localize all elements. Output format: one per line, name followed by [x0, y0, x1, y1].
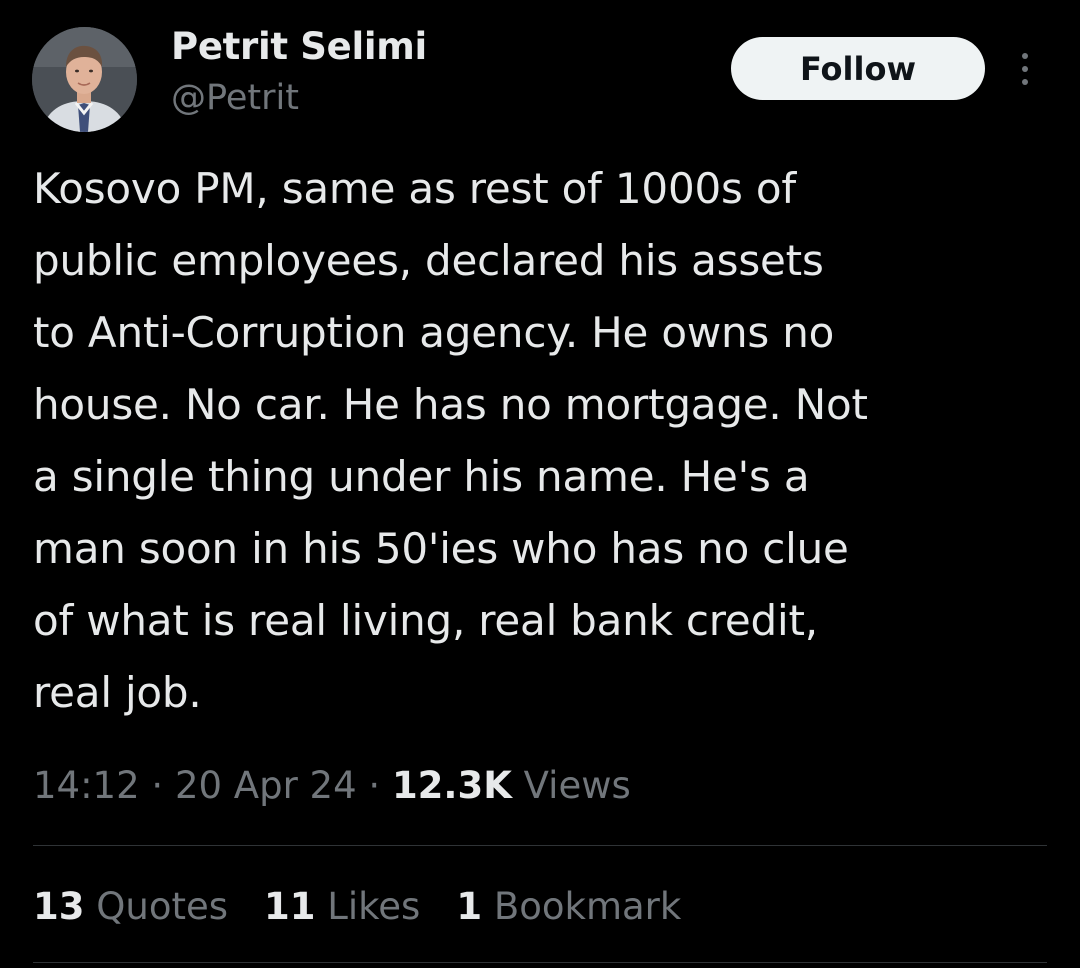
tweet-text-line: of what is real living, real bank credit… — [33, 596, 818, 645]
bookmarks-stat[interactable]: 1 Bookmark — [456, 880, 681, 934]
tweet-text-line: a single thing under his name. He's a — [33, 452, 810, 501]
divider — [33, 845, 1047, 846]
tweet-text-line: public employees, declared his assets — [33, 236, 824, 285]
likes-count: 11 — [264, 885, 316, 928]
tweet-meta: 14:12 · 20 Apr 24 · 12.3K Views — [33, 759, 631, 813]
author-handle[interactable]: @Petrit — [171, 74, 427, 122]
tweet-text: Kosovo PM, same as rest of 1000s of publ… — [33, 153, 1053, 729]
tweet-text-line: real job. — [33, 668, 202, 717]
engagement-stats: 13 Quotes 11 Likes 1 Bookmark — [33, 880, 717, 934]
divider — [33, 962, 1047, 963]
views-label: Views — [511, 764, 631, 807]
tweet-text-line: house. No car. He has no mortgage. Not — [33, 380, 868, 429]
avatar[interactable] — [32, 27, 137, 132]
quotes-stat[interactable]: 13 Quotes — [33, 880, 228, 934]
more-options-icon[interactable] — [1010, 46, 1040, 92]
quotes-count: 13 — [33, 885, 85, 928]
bookmarks-count: 1 — [456, 885, 483, 928]
meta-separator: · — [139, 764, 175, 807]
meta-separator: · — [356, 764, 392, 807]
tweet-text-line: to Anti-Corruption agency. He owns no — [33, 308, 835, 357]
likes-stat[interactable]: 11 Likes — [264, 880, 420, 934]
avatar-portrait-icon — [32, 27, 137, 132]
bookmarks-label: Bookmark — [482, 885, 682, 928]
tweet-detail: Petrit Selimi @Petrit Follow Kosovo PM, … — [0, 0, 1080, 968]
author-display-name[interactable]: Petrit Selimi — [171, 24, 427, 70]
likes-label: Likes — [315, 885, 421, 928]
follow-button[interactable]: Follow — [731, 37, 985, 100]
tweet-text-line: Kosovo PM, same as rest of 1000s of — [33, 164, 796, 213]
quotes-label: Quotes — [84, 885, 229, 928]
author-info: Petrit Selimi @Petrit — [171, 24, 427, 122]
tweet-text-line: man soon in his 50'ies who has no clue — [33, 524, 849, 573]
tweet-date[interactable]: 20 Apr 24 — [175, 764, 357, 807]
tweet-time[interactable]: 14:12 — [33, 764, 140, 807]
views-count: 12.3K — [391, 764, 512, 807]
